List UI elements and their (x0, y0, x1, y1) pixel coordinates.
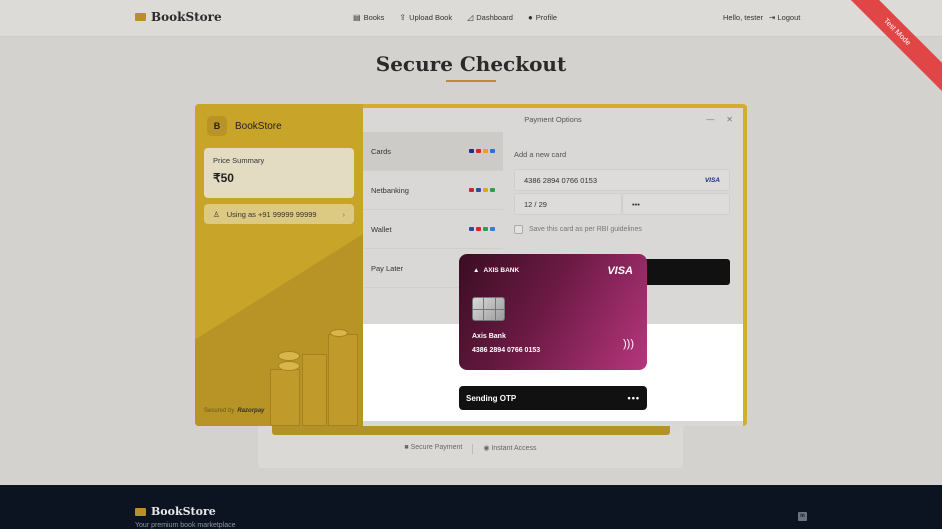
user-greeting: Hello, tester (723, 13, 764, 22)
book-icon (135, 13, 146, 21)
top-navbar: BookStore ▤ Books ⇪ Upload Book ◿ Dashboard… (0, 0, 942, 37)
nav-upload-book[interactable]: ⇪ Upload Book (399, 13, 452, 22)
chevron-right-icon: › (342, 209, 346, 219)
footer-brand-name: BookStore (151, 505, 216, 518)
expiry-field[interactable]: 12 / 29 (514, 193, 622, 215)
logout-link[interactable]: ⇥ Logout (769, 13, 800, 22)
card-number: 4386 2894 0766 0153 (472, 347, 541, 354)
cvv-value: ••• (632, 199, 640, 209)
footer-tagline: Your premium book marketplace (135, 522, 236, 529)
merchant-header: B BookStore (207, 116, 282, 136)
wallet-icons (469, 227, 495, 231)
merchant-name: BookStore (235, 120, 282, 132)
main-nav: ▤ Books ⇪ Upload Book ◿ Dashboard ● Profile (353, 13, 557, 22)
nav-profile[interactable]: ● Profile (528, 13, 557, 22)
card-number-field[interactable]: 4386 2894 0766 0153 VISA (514, 169, 730, 191)
add-card-form: Add a new card 4386 2894 0766 0153 VISA … (514, 150, 730, 234)
expiry-cvv-row: 12 / 29 ••• (514, 193, 730, 215)
contactless-icon: ))) (623, 338, 634, 350)
visa-icon: VISA (607, 265, 633, 277)
visa-icon: VISA (704, 176, 720, 184)
trust-badges: ■ Secure Payment ◉ Instant Access (258, 444, 683, 454)
chip-icon (472, 297, 505, 321)
nav-dashboard[interactable]: ◿ Dashboard (467, 13, 513, 22)
lock-icon: ■ (404, 444, 409, 451)
page-title: Secure Checkout (375, 52, 567, 76)
nav-label: Upload Book (409, 13, 453, 22)
brand-name: BookStore (151, 10, 222, 24)
method-label: Cards (371, 146, 392, 156)
instant-access-badge: ◉ Instant Access (483, 444, 536, 454)
site-footer: BookStore Your premium book marketplace … (0, 485, 942, 529)
logout-label: Logout (777, 13, 801, 22)
chart-icon: ◿ (467, 13, 474, 22)
loading-dots-icon: ••• (627, 393, 640, 403)
price-summary-label: Price Summary (213, 156, 265, 165)
merchant-avatar: B (207, 116, 227, 136)
save-card-checkbox[interactable] (514, 225, 523, 234)
panel-controls: — ✕ (706, 115, 733, 124)
method-label: Pay Later (371, 263, 404, 273)
divider (472, 444, 474, 454)
minimize-icon[interactable]: — (706, 115, 714, 124)
check-circle-icon: ◉ (483, 445, 490, 452)
nav-label: Dashboard (476, 13, 513, 22)
card-number-value: 4386 2894 0766 0153 (524, 175, 597, 185)
decorative-illustration (270, 329, 360, 426)
method-wallet[interactable]: Wallet (363, 210, 503, 249)
user-icon: ♙ (213, 209, 220, 219)
book-icon: ▤ (353, 13, 361, 22)
card-holder: Axis Bank (472, 333, 506, 340)
linkedin-icon[interactable]: in (798, 512, 807, 521)
expiry-value: 12 / 29 (524, 199, 547, 209)
contact-text: Using as +91 99999 99999 (226, 209, 317, 219)
book-icon (135, 507, 146, 516)
contact-selector[interactable]: ♙ Using as +91 99999 99999 › (204, 204, 354, 224)
razorpay-logo: Razorpay (237, 408, 265, 414)
brand-logo[interactable]: BookStore (135, 10, 222, 24)
save-card-label: Save this card as per RBI guidelines (529, 226, 642, 233)
user-icon: ● (527, 13, 533, 22)
method-label: Netbanking (371, 185, 409, 195)
nav-label: Books (363, 13, 385, 22)
upload-icon: ⇪ (399, 13, 407, 22)
method-cards[interactable]: Cards (363, 132, 503, 171)
nav-label: Profile (535, 13, 558, 22)
badge-label: Secure Payment (410, 444, 463, 451)
card-network-icons (469, 149, 495, 153)
merchant-sidebar: B BookStore Price Summary ₹50 ♙ Using as… (195, 104, 363, 426)
bank-name: AXIS BANK (483, 267, 520, 274)
panel-title: Payment Options (524, 115, 582, 124)
secure-payment-badge: ■ Secure Payment (404, 444, 462, 454)
footer-brand[interactable]: BookStore (135, 505, 216, 518)
nav-books[interactable]: ▤ Books (353, 13, 384, 22)
add-card-heading: Add a new card (514, 150, 567, 159)
bank-card-animation: ▲ AXIS BANK VISA Axis Bank 4386 2894 0766… (459, 254, 647, 370)
price-amount: ₹50 (213, 171, 234, 185)
save-card-option[interactable]: Save this card as per RBI guidelines (514, 225, 730, 234)
cvv-field[interactable]: ••• (622, 193, 730, 215)
bank-icons (469, 188, 495, 192)
secured-by: Secured by Razorpay (204, 408, 264, 414)
axis-bank-icon: ▲ (473, 267, 480, 274)
close-icon[interactable]: ✕ (726, 115, 733, 124)
logout-icon: ⇥ (769, 13, 776, 22)
otp-status-bar: Sending OTP ••• (459, 386, 647, 410)
title-underline (446, 80, 496, 82)
user-area: Hello, tester ⇥ Logout (723, 13, 800, 22)
axis-bank-logo: ▲ AXIS BANK (473, 267, 519, 274)
price-summary: Price Summary ₹50 (204, 148, 354, 198)
badge-label: Instant Access (491, 445, 537, 452)
secured-by-label: Secured by (204, 408, 235, 414)
method-label: Wallet (371, 224, 392, 234)
method-netbanking[interactable]: Netbanking (363, 171, 503, 210)
otp-status-text: Sending OTP (466, 393, 517, 403)
